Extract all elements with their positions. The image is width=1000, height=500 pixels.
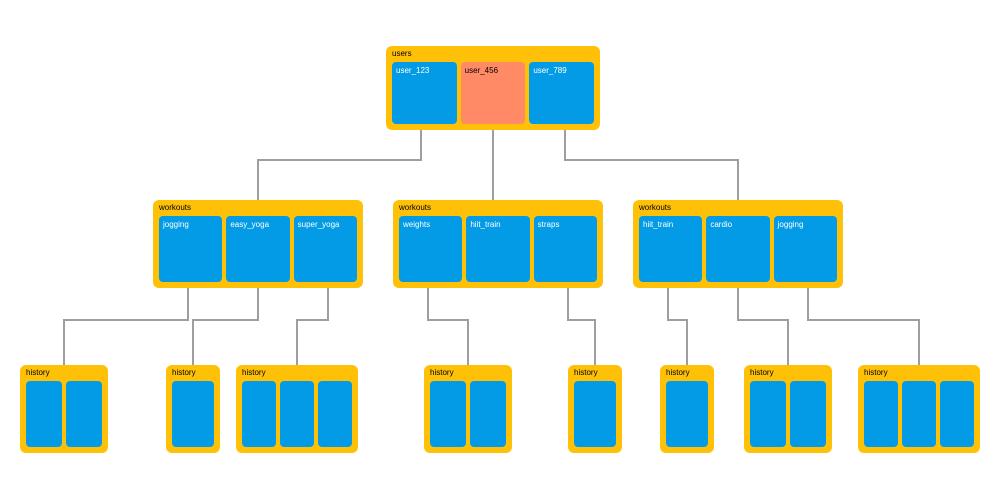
history-doc (172, 381, 214, 447)
history-doc (864, 381, 898, 447)
user-doc-1: user_456 (461, 62, 526, 124)
history-doc (26, 381, 62, 447)
workout-doc: straps (534, 216, 597, 282)
history-doc (902, 381, 936, 447)
history-title: history (26, 368, 50, 377)
workout-doc: jogging (159, 216, 222, 282)
history-doc (750, 381, 786, 447)
history-collection-7: history (858, 365, 980, 453)
users-title: users (392, 49, 412, 58)
workout-doc: easy_yoga (226, 216, 289, 282)
history-title: history (666, 368, 690, 377)
workout-doc: hiit_train (466, 216, 529, 282)
workouts-collection-2: workouts hiit_train cardio jogging (633, 200, 843, 288)
workout-doc: jogging (774, 216, 837, 282)
users-collection: users user_123 user_456 user_789 (386, 46, 600, 130)
history-doc (574, 381, 616, 447)
history-title: history (750, 368, 774, 377)
workouts-title-0: workouts (159, 203, 191, 212)
history-collection-2: history (236, 365, 358, 453)
history-doc (66, 381, 102, 447)
workout-doc: hiit_train (639, 216, 702, 282)
history-doc (280, 381, 314, 447)
diagram-stage: users user_123 user_456 user_789 workout… (0, 0, 1000, 500)
history-doc (430, 381, 466, 447)
history-doc (242, 381, 276, 447)
user-doc-2: user_789 (529, 62, 594, 124)
workout-doc: weights (399, 216, 462, 282)
history-collection-6: history (744, 365, 832, 453)
history-title: history (172, 368, 196, 377)
history-collection-0: history (20, 365, 108, 453)
history-title: history (864, 368, 888, 377)
workouts-title-1: workouts (399, 203, 431, 212)
history-doc (318, 381, 352, 447)
history-doc (940, 381, 974, 447)
history-collection-1: history (166, 365, 220, 453)
history-title: history (574, 368, 598, 377)
history-collection-3: history (424, 365, 512, 453)
history-title: history (430, 368, 454, 377)
history-doc (470, 381, 506, 447)
user-doc-0: user_123 (392, 62, 457, 124)
history-collection-4: history (568, 365, 622, 453)
history-collection-5: history (660, 365, 714, 453)
workouts-collection-1: workouts weights hiit_train straps (393, 200, 603, 288)
workouts-collection-0: workouts jogging easy_yoga super_yoga (153, 200, 363, 288)
history-title: history (242, 368, 266, 377)
workouts-title-2: workouts (639, 203, 671, 212)
history-doc (666, 381, 708, 447)
workout-doc: cardio (706, 216, 769, 282)
workout-doc: super_yoga (294, 216, 357, 282)
history-doc (790, 381, 826, 447)
